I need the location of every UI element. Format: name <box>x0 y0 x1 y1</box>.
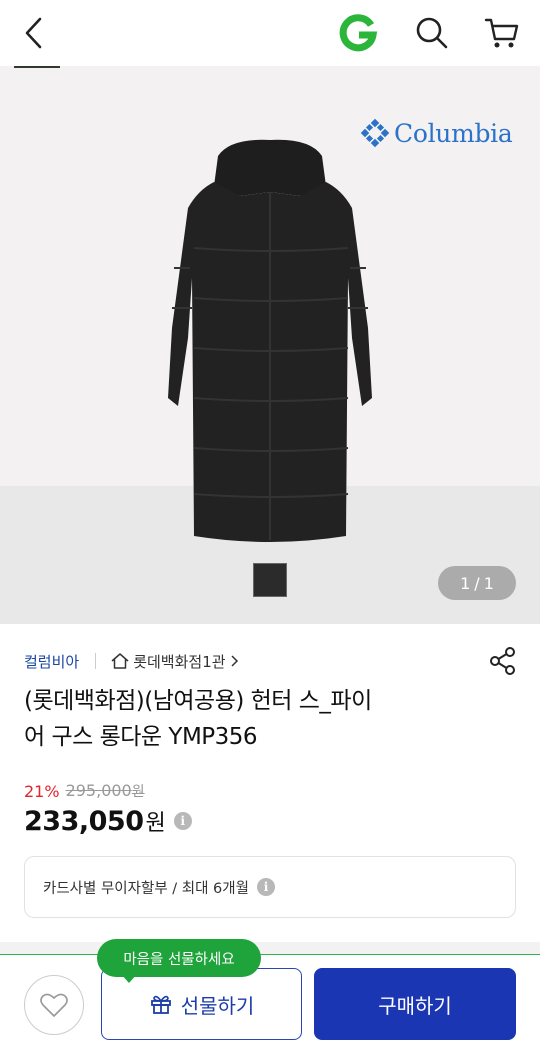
share-button[interactable] <box>486 644 520 678</box>
product-title: (롯데백화점)(남여공용) 헌터 스_파이 어 구스 롱다운 YMP356 <box>24 683 504 755</box>
installment-text: 카드사별 무이자할부 / 최대 6개월 <box>43 880 249 897</box>
installment-info-box[interactable]: 카드사별 무이자할부 / 최대 6개월 i <box>24 856 516 918</box>
search-icon <box>416 17 448 49</box>
price-info-icon[interactable]: i <box>173 812 192 830</box>
gmarket-home-button[interactable] <box>334 9 382 57</box>
product-title-line2: 어 구스 롱다운 YMP356 <box>24 724 258 750</box>
original-price-unit: 원 <box>131 784 145 800</box>
home-icon <box>111 653 129 669</box>
gift-button-label: 선물하기 <box>180 993 255 1018</box>
brand-link[interactable]: 컬럼비아 <box>24 651 79 672</box>
brand-logo-text: Columbia <box>394 118 513 148</box>
back-button[interactable] <box>10 9 58 57</box>
sale-price-unit: 원 <box>145 811 166 836</box>
cart-button[interactable] <box>478 9 526 57</box>
brand-logo: Columbia <box>360 116 513 150</box>
counter-current: 1 <box>460 573 471 593</box>
share-icon <box>490 647 515 675</box>
buy-button-label: 구매하기 <box>378 993 452 1018</box>
store-link[interactable]: 롯데백화점1관 <box>110 651 238 672</box>
color-swatch-thumbnail[interactable] <box>253 563 287 597</box>
store-name: 롯데백화점1관 <box>133 652 226 671</box>
buy-button[interactable]: 구매하기 <box>314 968 516 1040</box>
divider <box>95 653 97 669</box>
product-image-gallery[interactable]: Columbia 1 / 1 <box>0 66 540 624</box>
chevron-left-icon <box>25 17 42 49</box>
product-title-line1: (롯데백화점)(남여공용) 헌터 스_파이 <box>24 688 372 714</box>
cart-icon <box>484 18 519 48</box>
g-logo-icon <box>339 14 378 52</box>
sale-price-row: 233,050 원 i <box>24 803 192 839</box>
sale-price: 233,050 <box>24 805 144 837</box>
discount-rate: 21% <box>24 781 60 801</box>
chevron-right-icon <box>231 655 238 667</box>
original-price-value: 295,000 <box>65 781 132 800</box>
installment-info-icon[interactable]: i <box>256 878 275 896</box>
wishlist-button[interactable] <box>24 975 84 1035</box>
top-header <box>0 0 540 66</box>
heart-icon <box>40 993 68 1017</box>
image-counter: 1 / 1 <box>438 566 516 600</box>
gift-tooltip-tail <box>121 974 137 983</box>
discount-row: 21% 295,000원 <box>24 780 145 802</box>
original-price: 295,000원 <box>66 781 145 801</box>
counter-total: 1 <box>483 573 494 593</box>
counter-separator: / <box>474 573 480 593</box>
search-button[interactable] <box>408 9 456 57</box>
product-image <box>168 139 372 542</box>
gift-icon <box>150 995 171 1014</box>
bottom-action-bar: 선물하기 구매하기 <box>0 954 540 1044</box>
brand-store-row: 컬럼비아 롯데백화점1관 <box>24 648 239 674</box>
gift-tooltip-text: 마음을 선물하세요 <box>123 951 235 968</box>
gift-tooltip: 마음을 선물하세요 <box>97 939 261 977</box>
